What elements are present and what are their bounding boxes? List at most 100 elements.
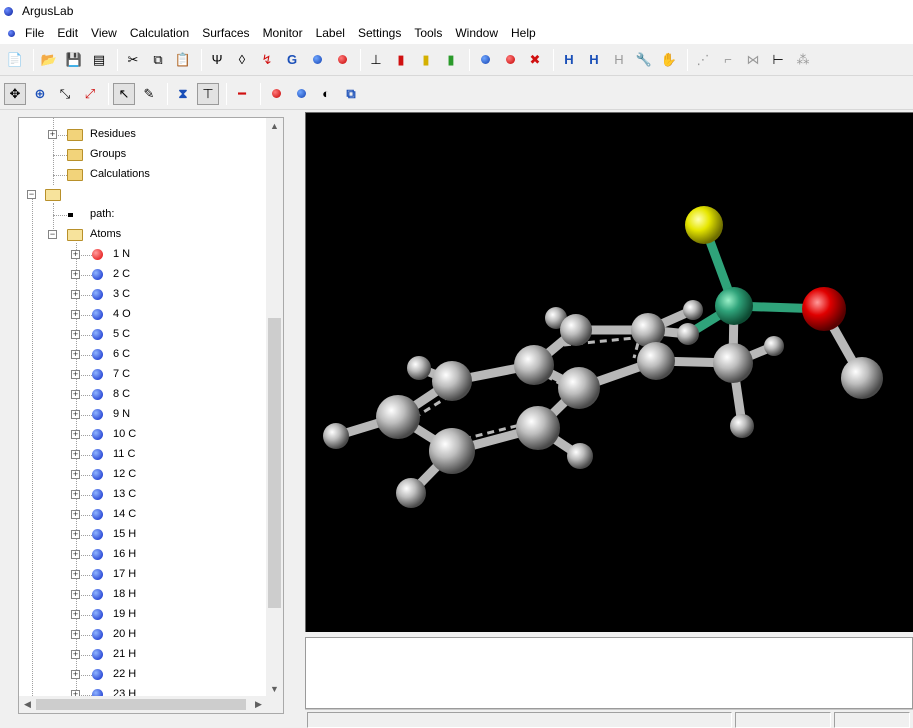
menu-tools[interactable]: Tools <box>414 26 442 40</box>
save-icon[interactable]: 💾 <box>63 49 85 71</box>
central-atom[interactable] <box>715 287 753 325</box>
atom-remove-icon[interactable] <box>499 49 521 71</box>
tree-node-atom[interactable]: +12 C <box>19 465 267 485</box>
atom-blue-icon[interactable] <box>474 49 496 71</box>
tree-node-groups[interactable]: Groups <box>19 145 267 165</box>
menu-view[interactable]: View <box>91 26 117 40</box>
bond-tool-icon[interactable]: Ψ <box>206 49 228 71</box>
tree-node-atom[interactable]: +20 H <box>19 625 267 645</box>
carbon-atom[interactable] <box>560 314 592 346</box>
scroll-up-icon[interactable]: ▲ <box>266 118 283 135</box>
tree-node-atom[interactable]: +15 H <box>19 525 267 545</box>
molecule-blue-icon[interactable] <box>306 49 328 71</box>
stick-icon[interactable]: ⊥ <box>365 49 387 71</box>
geometry-4-icon[interactable]: ⁂ <box>792 49 814 71</box>
carbon-atom[interactable] <box>516 406 560 450</box>
expand-icon[interactable]: + <box>71 250 80 259</box>
expand-icon[interactable]: + <box>71 630 80 639</box>
hydrogen-atom[interactable] <box>764 336 784 356</box>
tree-node-atom[interactable]: +3 C <box>19 285 267 305</box>
scroll-left-icon[interactable]: ◀ <box>19 696 36 713</box>
expand-icon[interactable]: + <box>71 570 80 579</box>
hand-icon[interactable]: ✋ <box>658 49 680 71</box>
hydrogen-atom[interactable] <box>730 414 754 438</box>
molecule-tree-panel[interactable]: + Residues Groups Calculations − path: −… <box>18 117 284 714</box>
tree-node-atom[interactable]: +17 H <box>19 565 267 585</box>
bond-line-icon[interactable]: ━ <box>231 83 253 105</box>
carbon-atom[interactable] <box>637 342 675 380</box>
geometry-1-icon[interactable]: ⋰ <box>692 49 714 71</box>
tree-node-atom[interactable]: +8 C <box>19 385 267 405</box>
menu-edit[interactable]: Edit <box>57 26 78 40</box>
expand-icon[interactable]: + <box>71 470 80 479</box>
pencil-icon[interactable]: ✎ <box>138 83 160 105</box>
menu-label[interactable]: Label <box>316 26 345 40</box>
system-menu-icon[interactable] <box>8 29 15 37</box>
hydrogen-edit-icon[interactable]: H <box>583 49 605 71</box>
carbon-atom[interactable] <box>558 367 600 409</box>
expand-icon[interactable]: + <box>71 550 80 559</box>
tree-horizontal-scrollbar[interactable]: ◀ ▶ <box>19 696 267 713</box>
ball-red-icon[interactable]: ▮ <box>390 49 412 71</box>
hydrogen-atom[interactable] <box>407 356 431 380</box>
hydrogen-add-icon[interactable]: H <box>558 49 580 71</box>
tree-node-atom[interactable]: +19 H <box>19 605 267 625</box>
tree-node-atom[interactable]: +13 C <box>19 485 267 505</box>
torsion-icon[interactable]: ↯ <box>256 49 278 71</box>
tree-node-atom[interactable]: +14 C <box>19 505 267 525</box>
collapse-icon[interactable]: − <box>48 230 57 239</box>
carbon-atom[interactable] <box>432 361 472 401</box>
tree-node-atom[interactable]: +4 O <box>19 305 267 325</box>
tree-node-atom[interactable]: +9 N <box>19 405 267 425</box>
menu-window[interactable]: Window <box>455 26 498 40</box>
ball-yellow-icon[interactable]: ▮ <box>415 49 437 71</box>
expand-icon[interactable]: + <box>71 330 80 339</box>
scroll-thumb[interactable] <box>36 699 246 710</box>
expand-icon[interactable]: + <box>71 450 80 459</box>
molecule-3d-viewport[interactable] <box>305 112 913 632</box>
tree-node-atom[interactable]: +5 C <box>19 325 267 345</box>
expand-icon[interactable]: + <box>71 590 80 599</box>
tree-node-atom[interactable]: +1 N <box>19 245 267 265</box>
tree-node-atom[interactable]: +6 C <box>19 345 267 365</box>
tree-node-atoms[interactable]: − Atoms <box>19 225 267 245</box>
atom-x-icon[interactable]: ✖ <box>524 49 546 71</box>
scroll-right-icon[interactable]: ▶ <box>250 696 267 713</box>
oxygen-atom[interactable] <box>802 287 846 331</box>
geometry-2-icon[interactable]: ⌐ <box>717 49 739 71</box>
print-preview-icon[interactable]: ▤ <box>88 49 110 71</box>
tree-node-molecule[interactable]: − <box>19 185 267 205</box>
carbon-atom[interactable] <box>429 428 475 474</box>
carbon-atom[interactable] <box>631 313 665 347</box>
select-icon[interactable]: ⤢ <box>79 83 101 105</box>
rotate-icon[interactable]: ⊕ <box>29 83 51 105</box>
expand-icon[interactable]: + <box>71 430 80 439</box>
atom-pair-icon[interactable] <box>265 83 287 105</box>
hydrogen-atom[interactable] <box>396 478 426 508</box>
expand-icon[interactable]: + <box>71 410 80 419</box>
hydrogen-atom[interactable] <box>323 423 349 449</box>
expand-icon[interactable]: + <box>71 370 80 379</box>
new-file-icon[interactable]: 📄 <box>4 49 26 71</box>
sulfur-atom[interactable] <box>685 206 723 244</box>
output-pane[interactable] <box>305 637 913 709</box>
hydrogen-gray-icon[interactable]: H <box>608 49 630 71</box>
carbon-atom[interactable] <box>514 345 554 385</box>
menu-surfaces[interactable]: Surfaces <box>202 26 249 40</box>
tree-node-atom[interactable]: +21 H <box>19 645 267 665</box>
tree-node-atom[interactable]: +2 C <box>19 265 267 285</box>
tree-node-atom[interactable]: +22 H <box>19 665 267 685</box>
rainbow-surface-icon[interactable]: ◐ <box>315 83 337 105</box>
tree-node-calculations[interactable]: Calculations <box>19 165 267 185</box>
menu-calculation[interactable]: Calculation <box>130 26 189 40</box>
scroll-thumb[interactable] <box>268 318 281 608</box>
move-icon[interactable]: ✥ <box>4 82 26 105</box>
expand-icon[interactable]: + <box>71 390 80 399</box>
menu-help[interactable]: Help <box>511 26 536 40</box>
tree-node-atom[interactable]: +18 H <box>19 585 267 605</box>
collapse-icon[interactable]: − <box>27 190 36 199</box>
expand-icon[interactable]: + <box>71 290 80 299</box>
refresh-calc-icon[interactable]: G <box>281 49 303 71</box>
tree-node-atom[interactable]: +7 C <box>19 365 267 385</box>
bond-draw-icon[interactable]: ⧗ <box>172 83 194 105</box>
